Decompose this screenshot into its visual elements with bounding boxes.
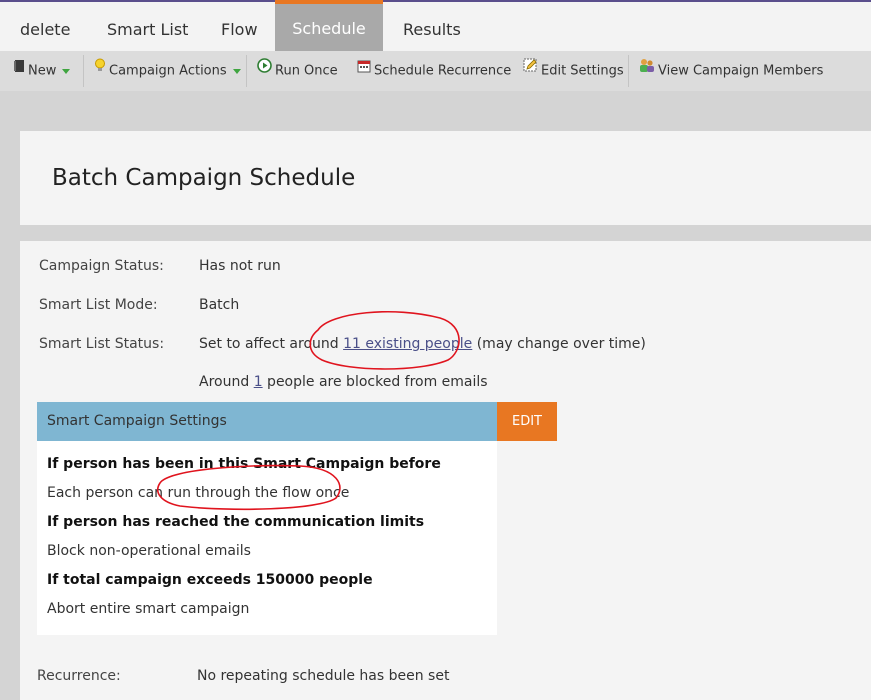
view-campaign-members-button[interactable]: View Campaign Members bbox=[639, 51, 823, 91]
tab-smart-list[interactable]: Smart List bbox=[87, 2, 208, 51]
existing-people-link[interactable]: 11 existing people bbox=[343, 336, 472, 352]
smart-list-status-label: Smart List Status: bbox=[39, 336, 165, 352]
blocked-people-text: Around 1 people are blocked from emails bbox=[199, 374, 488, 390]
campaign-status-value: Has not run bbox=[199, 258, 281, 274]
edit-button[interactable]: EDIT bbox=[497, 402, 557, 441]
tab-bar: delete Smart List Flow Schedule Results bbox=[0, 0, 871, 53]
schedule-recurrence-label: Schedule Recurrence bbox=[374, 63, 512, 79]
schedule-recurrence-button[interactable]: Schedule Recurrence bbox=[357, 51, 511, 91]
blocked-people-link[interactable]: 1 bbox=[254, 374, 263, 390]
smart-list-mode-label: Smart List Mode: bbox=[39, 297, 158, 313]
smart-campaign-settings-body: If person has been in this Smart Campaig… bbox=[37, 441, 497, 635]
campaign-status-label: Campaign Status: bbox=[39, 258, 164, 274]
smart-list-status-prefix: Set to affect around bbox=[199, 336, 344, 352]
run-once-icon bbox=[257, 50, 272, 90]
recurrence-value: No repeating schedule has been set bbox=[197, 668, 450, 684]
chevron-down-icon bbox=[62, 68, 71, 74]
tab-delete[interactable]: delete bbox=[0, 2, 90, 51]
tab-results[interactable]: Results bbox=[383, 2, 481, 51]
title-panel: Batch Campaign Schedule bbox=[20, 131, 871, 225]
campaign-limit-value: Abort entire smart campaign bbox=[47, 601, 250, 617]
blocked-prefix: Around bbox=[199, 374, 254, 390]
run-once-label: Run Once bbox=[275, 63, 338, 79]
smart-list-status-suffix: (may change over time) bbox=[472, 336, 646, 352]
campaign-actions-button[interactable]: Campaign Actions bbox=[94, 51, 241, 91]
tab-schedule[interactable]: Schedule bbox=[275, 0, 383, 53]
lightbulb-icon bbox=[94, 50, 106, 90]
edit-settings-icon bbox=[523, 50, 538, 90]
communication-limits-value: Block non-operational emails bbox=[47, 543, 251, 559]
communication-limits-heading: If person has reached the communication … bbox=[47, 514, 425, 530]
recurrence-label: Recurrence: bbox=[37, 668, 121, 684]
people-icon bbox=[639, 50, 655, 90]
new-icon bbox=[13, 50, 25, 90]
campaign-actions-label: Campaign Actions bbox=[109, 63, 227, 79]
tab-flow[interactable]: Flow bbox=[201, 2, 278, 51]
toolbar: New Campaign Actions Run Once Schedule R… bbox=[0, 51, 871, 91]
new-label: New bbox=[28, 63, 57, 79]
new-button[interactable]: New bbox=[13, 50, 71, 91]
blocked-suffix: people are blocked from emails bbox=[262, 374, 488, 390]
smart-list-status-value: Set to affect around 11 existing people … bbox=[199, 336, 646, 352]
smart-list-mode-value: Batch bbox=[199, 297, 240, 313]
page-title: Batch Campaign Schedule bbox=[52, 165, 356, 191]
smart-campaign-settings-header: Smart Campaign Settings bbox=[37, 402, 497, 441]
calendar-icon bbox=[357, 50, 371, 90]
chevron-down-icon bbox=[232, 68, 241, 74]
campaign-limit-heading: If total campaign exceeds 150000 people bbox=[47, 572, 373, 588]
qualification-rule-heading: If person has been in this Smart Campaig… bbox=[47, 456, 441, 472]
edit-settings-label: Edit Settings bbox=[541, 63, 624, 79]
qualification-rule-value: Each person can run through the flow onc… bbox=[47, 485, 350, 501]
view-campaign-members-label: View Campaign Members bbox=[658, 63, 824, 79]
run-once-button[interactable]: Run Once bbox=[257, 51, 338, 91]
edit-settings-button[interactable]: Edit Settings bbox=[523, 51, 624, 91]
